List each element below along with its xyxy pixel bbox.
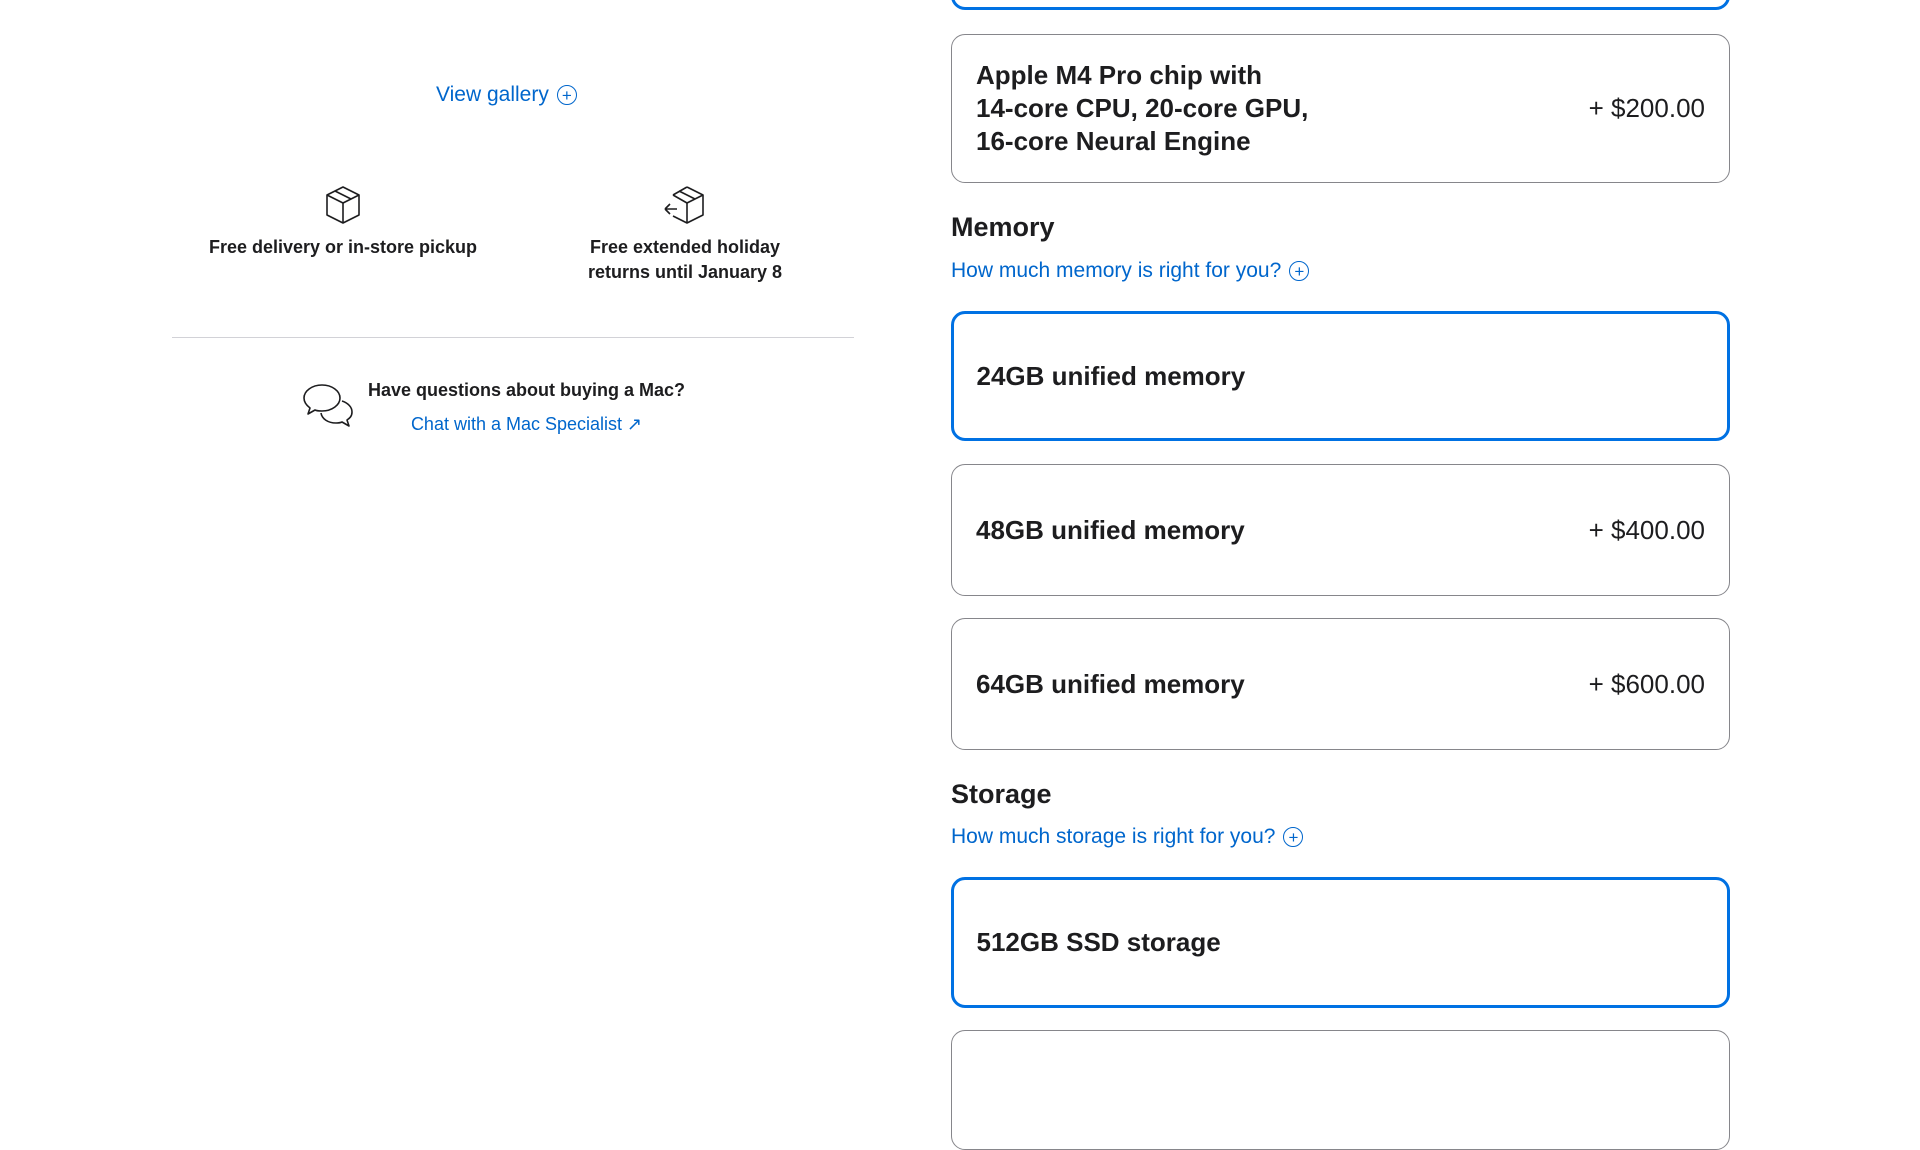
- memory-option-label: 24GB unified memory: [976, 360, 1246, 391]
- processor-option-selected[interactable]: [951, 0, 1730, 10]
- memory-option-label: 48GB unified memory: [976, 514, 1245, 545]
- processor-option-label: Apple M4 Pro chip with 14-core CPU, 20-c…: [976, 59, 1308, 158]
- memory-option-24gb[interactable]: 24GB unified memory: [951, 311, 1730, 441]
- divider: [172, 337, 854, 338]
- processor-option-price: + $200.00: [1588, 93, 1705, 123]
- plus-circle-icon: +: [556, 85, 577, 105]
- memory-option-64gb[interactable]: 64GB unified memory + $600.00: [951, 618, 1730, 750]
- processor-line-2: 14-core CPU, 20-core GPU,: [976, 93, 1309, 123]
- processor-option-m4-pro-upgrade[interactable]: Apple M4 Pro chip with 14-core CPU, 20-c…: [951, 34, 1730, 183]
- perk-returns-line1: Free extended holiday: [589, 237, 781, 257]
- chat-specialist-link[interactable]: Chat with a Mac Specialist ↗: [368, 411, 685, 437]
- storage-option-next[interactable]: [951, 1030, 1730, 1150]
- storage-option-512gb[interactable]: 512GB SSD storage: [951, 877, 1730, 1008]
- view-gallery-link[interactable]: View gallery +: [436, 83, 577, 107]
- storage-help-link[interactable]: How much storage is right for you? +: [951, 825, 1304, 849]
- processor-line-1: Apple M4 Pro chip with: [976, 60, 1263, 90]
- chat-question: Have questions about buying a Mac?: [368, 380, 686, 400]
- memory-option-price: + $600.00: [1588, 668, 1705, 699]
- memory-help-link[interactable]: How much memory is right for you? +: [951, 259, 1310, 283]
- box-icon: [326, 186, 360, 224]
- plus-circle-icon: +: [1283, 827, 1304, 847]
- box-return-icon: [664, 186, 704, 224]
- memory-section-title: Memory: [951, 212, 1055, 242]
- chat-bubbles-icon: [303, 384, 353, 427]
- memory-option-price: + $400.00: [1588, 514, 1705, 545]
- chat-section: Have questions about buying a Mac? Chat …: [300, 377, 685, 437]
- perk-returns: Free extended holiday returns until Janu…: [535, 183, 835, 285]
- storage-help-label: How much storage is right for you?: [951, 825, 1276, 848]
- view-gallery-label: View gallery: [436, 83, 549, 106]
- processor-line-3: 16-core Neural Engine: [976, 126, 1251, 156]
- plus-circle-icon: +: [1289, 261, 1310, 281]
- perk-delivery: Free delivery or in-store pickup: [193, 183, 493, 260]
- memory-option-48gb[interactable]: 48GB unified memory + $400.00: [951, 464, 1730, 596]
- perk-delivery-text: Free delivery or in-store pickup: [208, 237, 478, 257]
- storage-option-label: 512GB SSD storage: [976, 927, 1221, 957]
- memory-help-label: How much memory is right for you?: [951, 259, 1282, 282]
- memory-option-label: 64GB unified memory: [976, 668, 1245, 699]
- perk-returns-line2: returns until January 8: [587, 262, 783, 282]
- storage-section-title: Storage: [951, 779, 1052, 809]
